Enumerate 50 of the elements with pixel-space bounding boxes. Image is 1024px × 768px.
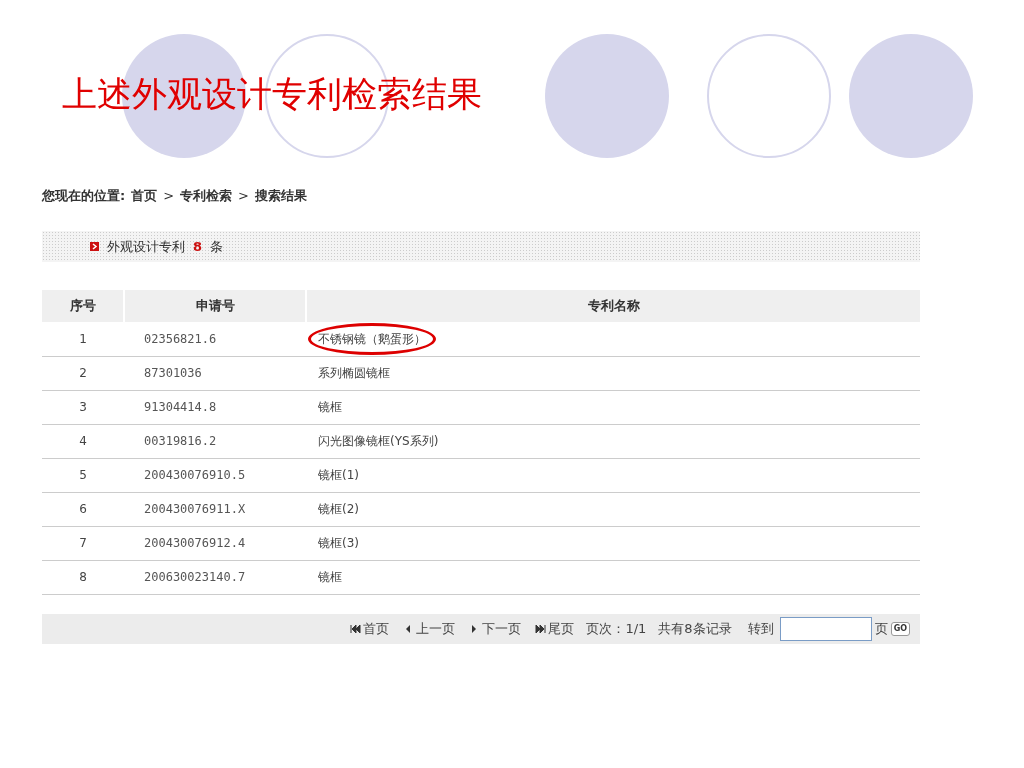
table-cell: 5 [42, 458, 124, 492]
table-cell: 200630023140.7 [124, 560, 306, 594]
patent-name-link[interactable]: 镜框 [318, 400, 342, 414]
breadcrumb-separator: > [238, 187, 249, 206]
go-button[interactable]: GO [890, 621, 910, 636]
table-cell: 91304414.8 [124, 390, 306, 424]
column-header: 序号 [42, 290, 124, 322]
patent-name-link[interactable]: 系列椭圆镜框 [318, 366, 390, 380]
table-cell: 00319816.2 [124, 424, 306, 458]
skip-icon [535, 623, 547, 634]
table-cell: 8 [42, 560, 124, 594]
patent-name-link[interactable]: 不锈钢镜（鹅蛋形） [318, 331, 426, 346]
pager-link[interactable]: 上一页 [403, 618, 456, 639]
breadcrumb-link[interactable]: 搜索结果 [255, 186, 307, 206]
record-total: 共有8条记录 [658, 619, 732, 638]
breadcrumb-link[interactable]: 专利检索 [180, 186, 233, 206]
result-label: 外观设计专利 [107, 237, 185, 256]
table-cell: 200430076912.4 [124, 526, 306, 560]
arrow-icon [90, 242, 99, 251]
table-cell: 200430076911.X [124, 492, 306, 526]
column-header: 申请号 [124, 290, 306, 322]
pager-link[interactable]: 下一页 [469, 618, 522, 639]
column-header: 专利名称 [306, 290, 920, 322]
patent-name-link[interactable]: 闪光图像镜框(YS系列) [318, 434, 439, 448]
patent-name-link[interactable]: 镜框(2) [318, 502, 359, 516]
patent-name-link[interactable]: 镜框(3) [318, 536, 359, 550]
goto-label: 转到 [747, 619, 774, 638]
breadcrumb-label: 您现在的位置: [42, 187, 126, 206]
table-cell: 3 [42, 390, 124, 424]
page-input-field[interactable] [779, 616, 872, 641]
breadcrumb-separator: > [163, 187, 175, 206]
skip-icon [350, 623, 362, 634]
table-cell: 02356821.6 [124, 322, 306, 356]
result-count: 8 [193, 237, 203, 256]
pager-link[interactable]: 首页 [350, 618, 390, 639]
table-cell: 7 [42, 526, 124, 560]
patent-name-link[interactable]: 镜框(1) [318, 468, 359, 482]
table-cell: 1 [42, 322, 124, 356]
table-cell: 87301036 [124, 356, 306, 390]
patent-name-link[interactable]: 镜框 [318, 570, 342, 584]
page-info: 页次：1/1 [586, 619, 647, 638]
table-cell: 2 [42, 356, 124, 390]
page-unit: 页 [874, 619, 888, 638]
table-cell: 6 [42, 492, 124, 526]
slide-title: 上述外观设计专利检索结果 [62, 74, 482, 114]
breadcrumb-link[interactable]: 首页 [131, 186, 158, 206]
table-cell: 200430076910.5 [124, 458, 306, 492]
table-cell: 4 [42, 424, 124, 458]
pager-link[interactable]: 尾页 [535, 618, 575, 639]
result-unit: 条 [210, 237, 224, 256]
